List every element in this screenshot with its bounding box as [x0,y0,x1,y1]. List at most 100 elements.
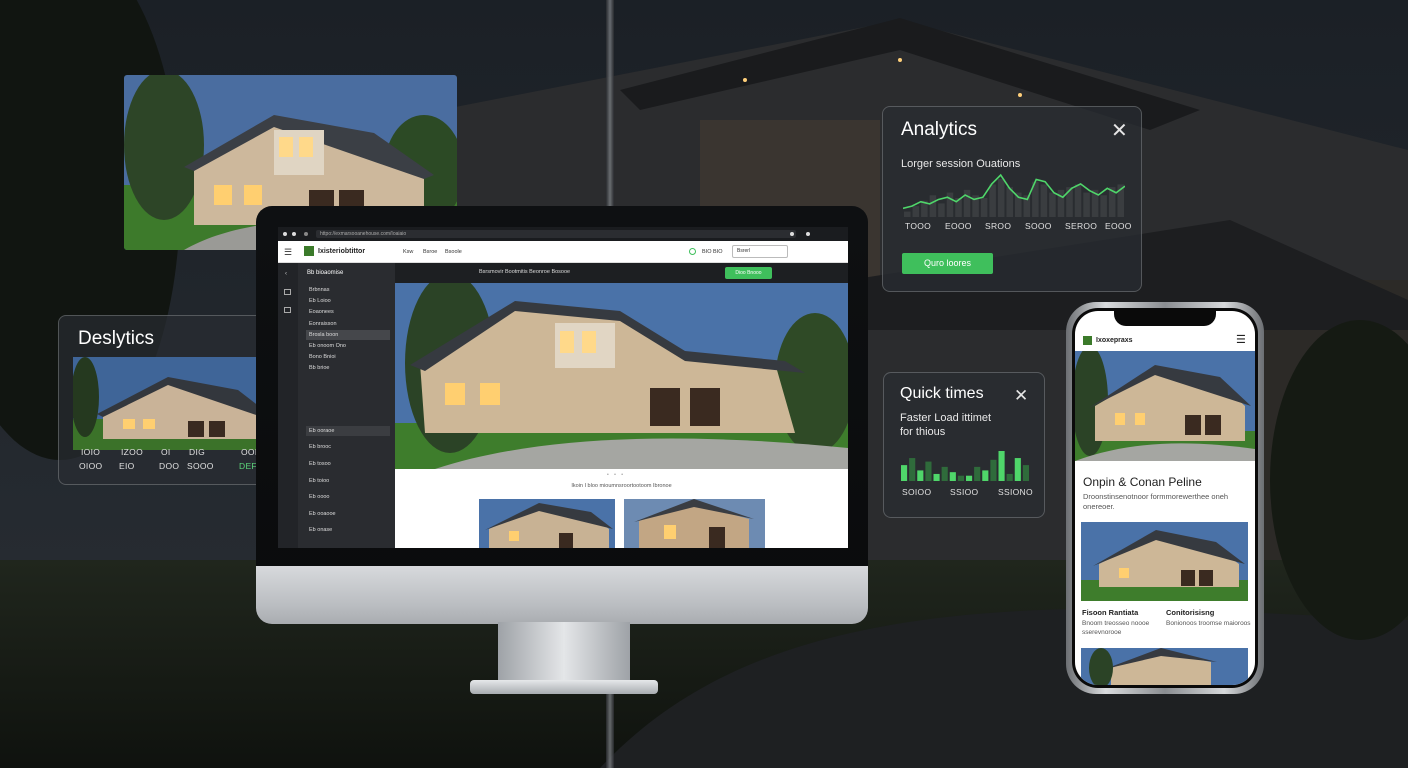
sidebar-item[interactable]: Brosla boon [306,329,390,340]
content-section: • • • Ikoin I bloo mioumnsroortootoom Ib… [395,469,848,548]
deslytics-title: Deslytics [78,328,155,349]
phone-col1-title: Fisoon Rantiata [1082,608,1139,617]
sidebar-item[interactable]: Eb ooraoe [306,425,390,436]
quick-times-panel: Quick times ✕ Faster Load ittimet for th… [883,372,1045,518]
analytics-button[interactable]: Quro loores [902,253,993,274]
quick-times-title: Quick times [900,385,984,402]
nav-right-text[interactable]: BIO BIO [702,249,722,255]
stat-label: IZOO [121,447,143,457]
collapse-icon[interactable]: ‹ [285,271,287,277]
sidebar-item[interactable]: Eb ooaooe [306,509,390,519]
chart-bar [909,458,916,481]
phone-house-photo [1081,522,1248,601]
nav-link[interactable]: Bsoole [445,249,462,255]
chart-bar [1083,192,1090,217]
chart-bar [1040,184,1048,217]
analytics-title: Analytics [901,119,978,140]
sidebar-item[interactable]: Eb Loioo [306,296,390,306]
sidebar-item[interactable]: Eb tosoo [306,459,390,469]
chart-bar [1100,195,1107,217]
section-caption: Ikoin I bloo mioumnsroortootoom Ibronoe [571,483,672,489]
site-navbar: ☰ Ixisteriobtittor Ksw Bsroe Bsoole BIO … [278,241,848,263]
chart-bar [925,461,932,481]
hamburger-icon[interactable]: ☰ [1236,333,1246,346]
phone-col1-desc: Bnoom treosseo noooe sserevnorooe [1082,620,1150,636]
carousel-dots[interactable]: • • • [607,472,625,478]
listing-thumbnail[interactable] [479,499,615,548]
chart-axis-label: SOIOO [902,487,932,497]
load-time-chart [901,451,1029,481]
phone-col2-title: Conitorisisng [1166,608,1215,617]
reload-icon[interactable] [304,232,308,236]
media-icon[interactable] [284,307,291,313]
sidebar-item[interactable]: Eb oooo [306,492,390,502]
phone-hero-photo [1075,351,1255,461]
monitor-screen: httpo://exmarsooanehouse.com/Ioaiaio ☰ I… [278,227,848,548]
chart-bar [904,211,911,217]
chart-bar [946,192,954,217]
chart-bar [1022,465,1029,481]
sidebar-item[interactable]: Eb onoom Ono [306,341,390,351]
stat-value: DOO [159,461,180,471]
chart-bar [982,470,989,481]
chart-bar [1074,184,1082,217]
chart-bar [949,472,956,481]
chart-bar [957,475,964,481]
pages-icon[interactable] [284,289,291,295]
phone-heading: Onpin & Conan Peline [1083,475,1202,489]
chart-axis-label: SOOO [1025,221,1052,231]
subnav-links[interactable]: Bsrsmovir Bootmitis Beonroe Bosooe [479,269,570,275]
chart-bar [1049,192,1056,217]
close-icon[interactable]: ✕ [1111,121,1128,141]
chart-bar [1014,458,1021,481]
sidebar-item[interactable]: Eb toioo [306,476,390,486]
phone-screen: Ixoxepraxs ☰ Onpin & Conan Peline Droons… [1075,311,1255,685]
chart-line [903,173,1125,210]
stat-value: OIOO [79,461,103,471]
window-dot[interactable] [292,232,296,236]
hamburger-icon[interactable]: ☰ [284,247,292,258]
address-bar[interactable]: httpo://exmarsooanehouse.com/Ioaiaio [316,230,796,238]
sidebar-item[interactable]: Brbnnas [306,285,390,295]
chart-bar [1057,189,1065,217]
chart-bar [929,195,937,217]
nav-link[interactable]: Ksw [403,249,413,255]
chart-axis-label: SSIONO [998,487,1033,497]
extension-icon[interactable] [790,232,794,236]
chart-bar [1006,473,1013,481]
chart-bar [998,451,1005,481]
cta-button[interactable]: Dioo Bnooo [725,267,772,279]
nav-link[interactable]: Bsroe [423,249,437,255]
sidebar-item[interactable]: Eb brooc [306,442,390,452]
chart-bar [941,466,948,481]
window-dot[interactable] [283,232,287,236]
close-icon[interactable]: ✕ [1014,387,1028,404]
chart-axis-label: TOOO [905,221,932,231]
stat-value: SOOO [187,461,214,471]
stat-value: EIO [119,461,135,471]
deslytics-house-photo [73,357,280,450]
sidebar-item[interactable]: Eb onase [306,525,390,535]
stat-label: IOIO [81,447,101,457]
brand-name[interactable]: Ixisteriobtittor [318,248,365,255]
chart-axis-label: SEROO [1065,221,1098,231]
nav-button[interactable]: Bsrerl [732,245,788,258]
chart-bar [989,184,996,217]
chart-bar [912,206,920,217]
sidebar-item[interactable]: Bono Bnioi [306,352,390,362]
phone-brand[interactable]: Ixoxepraxs [1096,337,1133,344]
chart-bar [917,470,924,481]
sidebar-item[interactable]: Eoaonees [306,307,390,317]
hero-house-photo [395,283,848,469]
chart-bar [990,459,997,481]
sidebar-item[interactable]: Eonraisson [306,319,390,329]
chart-axis-label: EOOO [945,221,972,231]
sidebar-item[interactable]: Bb brioe [306,363,390,373]
stat-label: DIG [189,447,206,457]
monitor-stand [498,622,630,688]
listing-thumbnail[interactable] [624,499,765,548]
logo-icon [1083,336,1092,345]
phone-description: Droonstinsenotnoor formmorewerthee oneh … [1083,492,1229,511]
monitor-chin [256,566,868,624]
menu-icon[interactable] [806,232,810,236]
